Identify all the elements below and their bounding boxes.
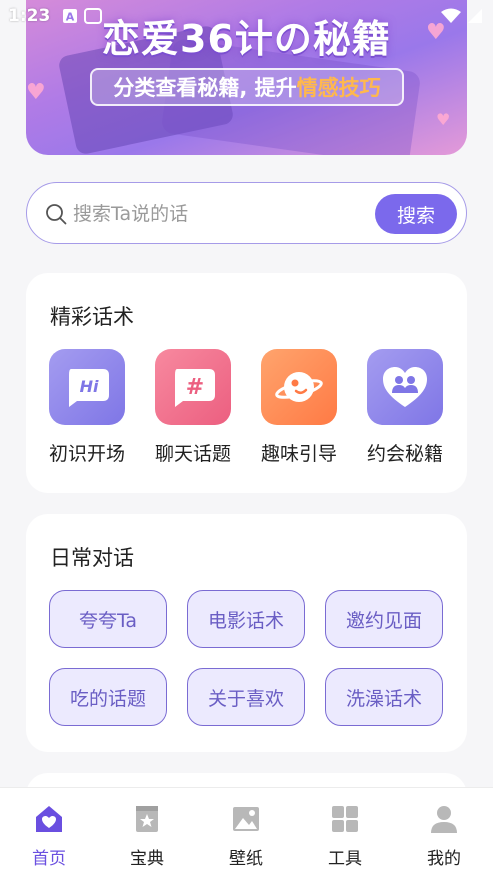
search-input[interactable] xyxy=(73,197,373,231)
status-time: 1:23 xyxy=(8,6,51,26)
banner-subtitle: 分类查看秘籍, 提升 情感技巧 xyxy=(90,68,404,106)
tab-label: 我的 xyxy=(427,849,461,869)
search-icon xyxy=(46,204,67,225)
hashtag-chat-icon: # xyxy=(155,349,231,425)
feature-label: 初识开场 xyxy=(48,443,125,465)
daily-conversation-card: 日常对话 夸夸Ta 电影话术 邀约见面 吃的话题 关于喜欢 洗澡话术 xyxy=(26,514,467,752)
topic-chip[interactable]: 吃的话题 xyxy=(49,668,167,726)
heart-icon: ♥ xyxy=(26,80,46,105)
tab-tools[interactable]: 工具 xyxy=(305,804,385,869)
status-system-icons xyxy=(441,8,483,24)
notification-a-icon: A xyxy=(63,9,77,24)
svg-text:A: A xyxy=(66,11,75,24)
signal-icon xyxy=(468,9,482,23)
heart-people-icon xyxy=(367,349,443,425)
status-bar: 1:23 A xyxy=(0,0,493,34)
section-title: 日常对话 xyxy=(50,546,134,570)
topic-chip[interactable]: 夸夸Ta xyxy=(49,590,167,648)
notification-app-icon xyxy=(84,8,102,24)
banner-subtitle-text: 分类查看秘籍, 提升 xyxy=(113,76,297,100)
topic-chip[interactable]: 关于喜欢 xyxy=(187,668,305,726)
book-star-icon xyxy=(136,806,158,832)
tab-label: 工具 xyxy=(328,849,362,869)
grid-icon xyxy=(332,806,358,832)
feature-label: 聊天话题 xyxy=(154,443,231,465)
topic-chip[interactable]: 邀约见面 xyxy=(325,590,443,648)
home-heart-icon xyxy=(36,806,62,832)
tab-label: 壁纸 xyxy=(229,849,263,869)
hi-chat-icon: Hi xyxy=(49,349,125,425)
tab-label: 首页 xyxy=(32,849,66,869)
svg-text:Hi: Hi xyxy=(80,377,99,396)
section-title: 精彩话术 xyxy=(50,305,134,329)
planet-icon xyxy=(261,349,337,425)
tab-home[interactable]: 首页 xyxy=(9,804,89,869)
wifi-icon xyxy=(441,8,461,23)
featured-phrases-card: 精彩话术 Hi 初识开场 # 聊天话题 趣味引导 约会秘籍 xyxy=(26,273,467,493)
feature-item-fun-guide[interactable]: 趣味引导 xyxy=(249,349,349,466)
topic-chip[interactable]: 电影话术 xyxy=(187,590,305,648)
topic-chip[interactable]: 洗澡话术 xyxy=(325,668,443,726)
tab-handbook[interactable]: 宝典 xyxy=(107,804,187,869)
feature-label: 约会秘籍 xyxy=(366,443,443,465)
tab-wallpaper[interactable]: 壁纸 xyxy=(206,804,286,869)
bottom-tab-bar: 首页 宝典 壁纸 工具 我的 xyxy=(0,787,493,876)
banner-subtitle-highlight: 情感技巧 xyxy=(296,76,381,100)
feature-label: 趣味引导 xyxy=(260,443,337,465)
search-button[interactable]: 搜索 xyxy=(375,194,457,234)
heart-icon: ♥ xyxy=(436,110,451,129)
feature-item-date-tips[interactable]: 约会秘籍 xyxy=(355,349,455,466)
feature-item-first-meeting[interactable]: Hi 初识开场 xyxy=(37,349,137,466)
person-icon xyxy=(431,806,457,833)
image-icon xyxy=(233,807,259,831)
tab-label: 宝典 xyxy=(130,849,164,869)
tab-profile[interactable]: 我的 xyxy=(404,804,484,869)
search-bar: 搜索 xyxy=(26,182,467,244)
svg-text:#: # xyxy=(186,375,204,400)
status-notification-icons: A xyxy=(62,8,102,24)
feature-item-chat-topics[interactable]: # 聊天话题 xyxy=(143,349,243,466)
